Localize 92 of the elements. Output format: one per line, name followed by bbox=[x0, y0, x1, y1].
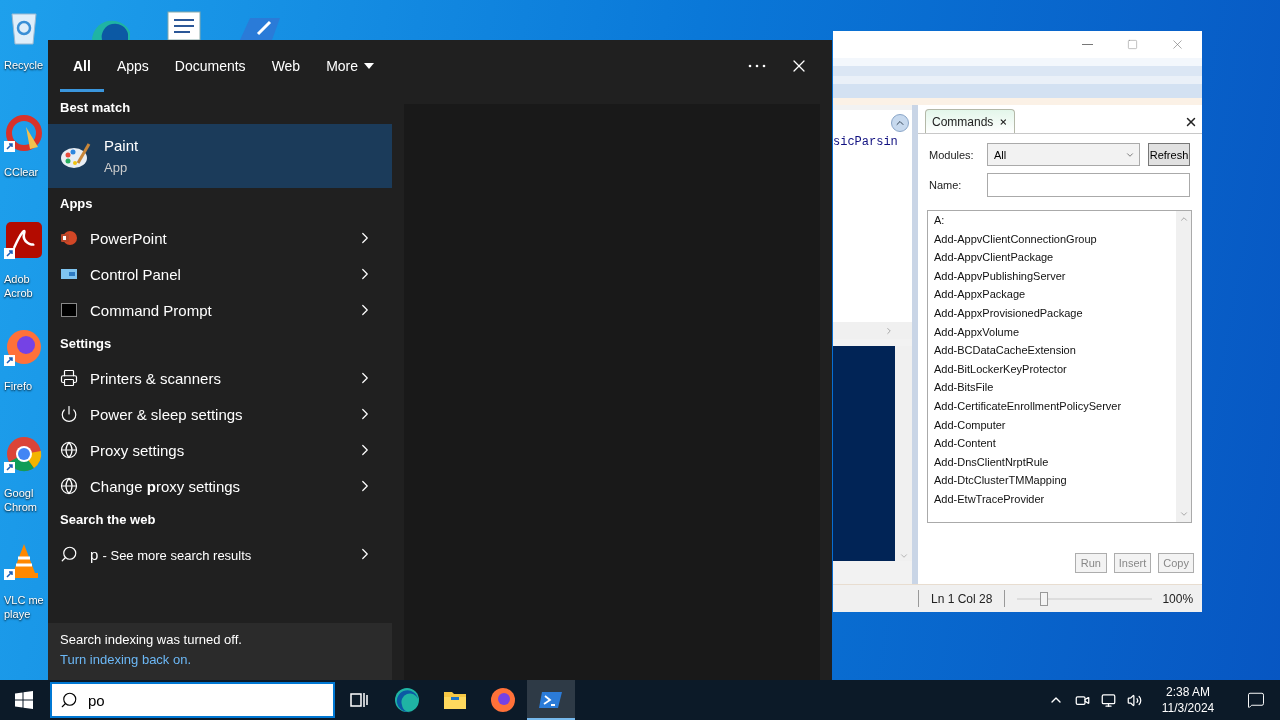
search-result[interactable]: p - See more search results bbox=[48, 536, 392, 572]
volume-icon[interactable] bbox=[1126, 692, 1142, 708]
command-item[interactable]: Add-Computer bbox=[934, 415, 1170, 435]
search-tab[interactable]: All bbox=[60, 40, 104, 92]
network-icon[interactable] bbox=[1100, 692, 1116, 708]
name-label: Name: bbox=[929, 179, 963, 191]
message-icon bbox=[1247, 691, 1265, 709]
close-icon[interactable] bbox=[1184, 115, 1198, 129]
globe-icon bbox=[60, 477, 78, 495]
cursor-position: Ln 1 Col 28 bbox=[931, 591, 993, 606]
search-result[interactable]: Command Prompt bbox=[48, 292, 392, 328]
name-field[interactable] bbox=[987, 173, 1190, 197]
modules-label: Modules: bbox=[929, 148, 975, 161]
maximize-icon bbox=[1127, 39, 1138, 50]
zoom-level: 100% bbox=[1162, 591, 1194, 606]
desktop-icon-label: Firefo bbox=[4, 379, 33, 393]
folder-icon bbox=[443, 689, 467, 711]
command-item[interactable]: Add-DtcClusterTMMapping bbox=[934, 471, 1170, 490]
task-view-icon bbox=[349, 690, 369, 710]
command-item[interactable]: Add-EtwTraceProvider bbox=[934, 489, 1170, 509]
firefox-icon[interactable] bbox=[4, 327, 44, 367]
script-editor[interactable]: sicParsin bbox=[833, 110, 912, 322]
palette-icon bbox=[60, 141, 92, 171]
desktop-icon-label: Adob bbox=[4, 272, 30, 286]
command-item[interactable]: A: bbox=[934, 211, 1170, 230]
minimize-icon bbox=[1082, 44, 1093, 45]
search-icon bbox=[60, 691, 78, 709]
command-item[interactable]: Add-BitLockerKeyProtector bbox=[934, 359, 1170, 379]
power-icon bbox=[60, 405, 78, 423]
search-result[interactable]: Control Panel bbox=[48, 256, 392, 292]
command-item[interactable]: Add-DnsClientNrptRule bbox=[934, 452, 1170, 472]
command-item[interactable]: Add-BCDataCacheExtension bbox=[934, 341, 1170, 360]
terminal-icon bbox=[60, 301, 78, 319]
search-tab[interactable]: Documents bbox=[161, 40, 259, 92]
search-result[interactable]: PowerPoint bbox=[48, 220, 392, 256]
search-result[interactable]: Power & sleep settings bbox=[48, 396, 392, 432]
firefox-icon bbox=[490, 687, 516, 713]
command-item[interactable]: Add-AppvClientPackage bbox=[934, 248, 1170, 267]
indexing-link[interactable]: Turn indexing back on. bbox=[60, 652, 380, 667]
search-result[interactable]: Change proxy settings bbox=[48, 468, 392, 504]
section-heading: Search the web bbox=[59, 511, 157, 529]
ccleaner-icon[interactable] bbox=[4, 113, 44, 153]
taskbar-app-button[interactable] bbox=[527, 680, 575, 720]
search-icon bbox=[60, 545, 78, 563]
search-result[interactable]: Printers & scanners bbox=[48, 360, 392, 396]
globe-icon bbox=[60, 441, 78, 459]
section-heading: Settings bbox=[59, 335, 113, 353]
desktop-icon-label: Googl bbox=[4, 486, 34, 500]
desktop-icon-label: Acrob bbox=[4, 286, 33, 300]
taskbar-search-field[interactable]: po bbox=[50, 682, 335, 718]
command-item[interactable]: Add-AppxPackage bbox=[934, 285, 1170, 304]
code-text: sicParsin bbox=[833, 135, 898, 149]
desktop-icon-label: Recycle bbox=[4, 58, 44, 72]
commands-tab[interactable]: Commands bbox=[925, 109, 1015, 133]
section-heading: Best match bbox=[59, 99, 132, 117]
windows-logo-icon bbox=[15, 691, 33, 709]
printer-icon bbox=[60, 369, 78, 387]
clock[interactable]: 2:38 AM 11/3/2024 bbox=[1150, 685, 1226, 715]
modules-dropdown[interactable]: All bbox=[987, 143, 1140, 166]
command-item[interactable]: Add-AppxProvisionedPackage bbox=[934, 303, 1170, 323]
vertical-scrollbar[interactable] bbox=[1176, 211, 1191, 522]
search-result[interactable]: Proxy settings bbox=[48, 432, 392, 468]
notice-text: Search indexing was turned off. bbox=[60, 632, 243, 647]
command-item[interactable]: Add-Content bbox=[934, 434, 1170, 453]
chevron-down-icon bbox=[898, 551, 909, 561]
search-tab[interactable]: More bbox=[313, 40, 388, 92]
desktop-icon-label: playe bbox=[4, 607, 31, 621]
slider-thumb[interactable] bbox=[1040, 591, 1049, 606]
chevron-right-icon bbox=[884, 325, 894, 336]
desktop-icon-label: VLC me bbox=[4, 593, 44, 607]
presentation-app-icon bbox=[60, 229, 78, 247]
desktop-icon-label: CClear bbox=[4, 165, 39, 179]
chrome-icon[interactable] bbox=[4, 434, 44, 474]
more-icon bbox=[748, 64, 766, 68]
search-tab[interactable]: Web bbox=[258, 40, 314, 92]
close-icon bbox=[1170, 37, 1185, 52]
best-match-result[interactable]: Paint App bbox=[48, 124, 392, 188]
refresh-button[interactable]: Refresh bbox=[1148, 143, 1190, 166]
command-item[interactable]: Add-AppxVolume bbox=[934, 322, 1170, 342]
caret-icon bbox=[364, 63, 375, 69]
command-item[interactable]: Add-AppvPublishingServer bbox=[934, 266, 1170, 286]
chevron-up-icon bbox=[1178, 214, 1189, 224]
acrobat-icon[interactable] bbox=[4, 220, 44, 260]
command-item[interactable]: Add-BitsFile bbox=[934, 378, 1170, 397]
search-tab[interactable]: Apps bbox=[103, 40, 162, 92]
edge-icon bbox=[394, 687, 420, 713]
section-heading: Apps bbox=[59, 195, 94, 213]
chevron-down-icon bbox=[1178, 509, 1189, 519]
desktop-icon-label: Chrom bbox=[4, 500, 37, 514]
collapse-button[interactable] bbox=[891, 114, 909, 132]
command-item[interactable]: Add-CertificateEnrollmentPolicyServer bbox=[934, 396, 1170, 416]
command-item[interactable]: Add-AppvClientConnectionGroup bbox=[934, 229, 1170, 249]
